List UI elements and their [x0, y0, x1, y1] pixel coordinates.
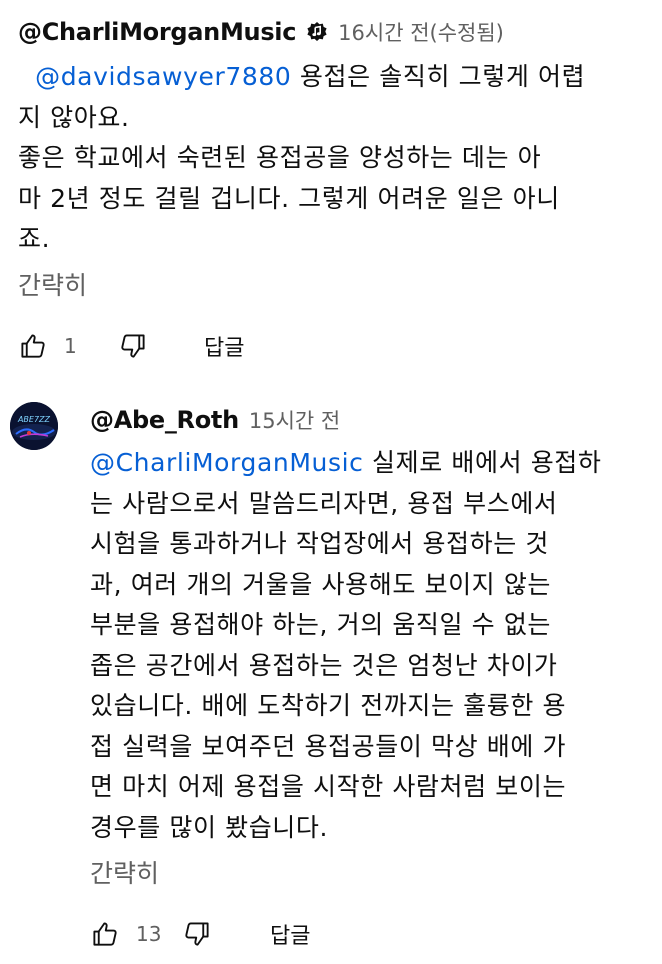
mention-link[interactable]: @davidsawyer7880: [35, 62, 291, 91]
avatar-text: ABE7ZZ: [17, 415, 51, 424]
like-count: 1: [64, 334, 77, 358]
comment-line: 마 2년 정도 걸릴 겁니다. 그렇게 어려운 일은 아니: [18, 183, 560, 213]
comment-body: @CharliMorganMusic 실제로 배에서 용접하 는 사람으로서 말…: [90, 443, 650, 848]
comment-line: 는 사람으로서 말씀드리자면, 용접 부스에서: [90, 488, 558, 518]
comment-line: @CharliMorganMusic 실제로 배에서 용접하: [90, 443, 650, 484]
comment-timestamp[interactable]: 16시간 전(수정됨): [338, 17, 504, 47]
thumbs-down-icon[interactable]: [116, 329, 150, 363]
comment-author[interactable]: @CharliMorganMusic: [18, 18, 296, 46]
show-less-button[interactable]: 간략히: [18, 266, 87, 302]
comment-line: 있습니다. 배에 도착하기 전까지는 훌륭한 용: [90, 691, 567, 720]
comment-line: 좋은 학교에서 숙련된 용접공을 양성하는 데는 아: [18, 143, 542, 172]
comment-actions: 1 답글: [16, 326, 244, 366]
comment-line-text: 용접은 솔직히 그렇게 어렵: [291, 62, 586, 91]
comment-line: 과, 여러 개의 거울을 사용해도 보이지 않는: [90, 569, 552, 599]
comment-timestamp[interactable]: 15시간 전: [249, 405, 340, 435]
comment-line: 부분을 용접해야 하는, 거의 움직일 수 없는: [90, 610, 552, 639]
avatar[interactable]: ABE7ZZ: [10, 402, 58, 450]
comment-line: 죠.: [18, 224, 51, 253]
comment-body: @davidsawyer7880 용접은 솔직히 그렇게 어렵 지 않아요. 좋…: [18, 57, 648, 260]
thumbs-up-icon[interactable]: [16, 329, 50, 363]
comment-line: 지 않아요.: [18, 102, 130, 132]
comment-line-text: 실제로 배에서 용접하: [363, 448, 602, 477]
comment-line: 시험을 통과하거나 작업장에서 용접하는 것: [90, 529, 549, 558]
comment-author[interactable]: @Abe_Roth: [90, 406, 239, 434]
comment-line: 면 마치 어제 용접을 시작한 사람처럼 보이는: [90, 772, 567, 801]
comment-header: @Abe_Roth 15시간 전: [90, 400, 340, 440]
comment-actions: 13 답글: [88, 914, 310, 954]
comment-line: 접 실력을 보여주던 용접공들이 막상 배에 가: [90, 731, 567, 761]
like-count: 13: [136, 922, 162, 946]
thumbs-up-icon[interactable]: [88, 917, 122, 951]
mention-link[interactable]: @CharliMorganMusic: [90, 448, 363, 477]
reply-button[interactable]: 답글: [204, 330, 244, 362]
comment-line: 경우를 많이 봤습니다.: [90, 812, 329, 842]
reply-button[interactable]: 답글: [270, 918, 310, 950]
thumbs-down-icon[interactable]: [180, 917, 214, 951]
show-less-button[interactable]: 간략히: [90, 854, 159, 890]
comment-line: @davidsawyer7880 용접은 솔직히 그렇게 어렵: [18, 57, 648, 98]
comment-header: @CharliMorganMusic 16시간 전(수정됨): [18, 12, 504, 52]
music-note-badge-icon: [306, 21, 328, 43]
comment-line: 좁은 공간에서 용접하는 것은 엄청난 차이가: [90, 650, 558, 680]
